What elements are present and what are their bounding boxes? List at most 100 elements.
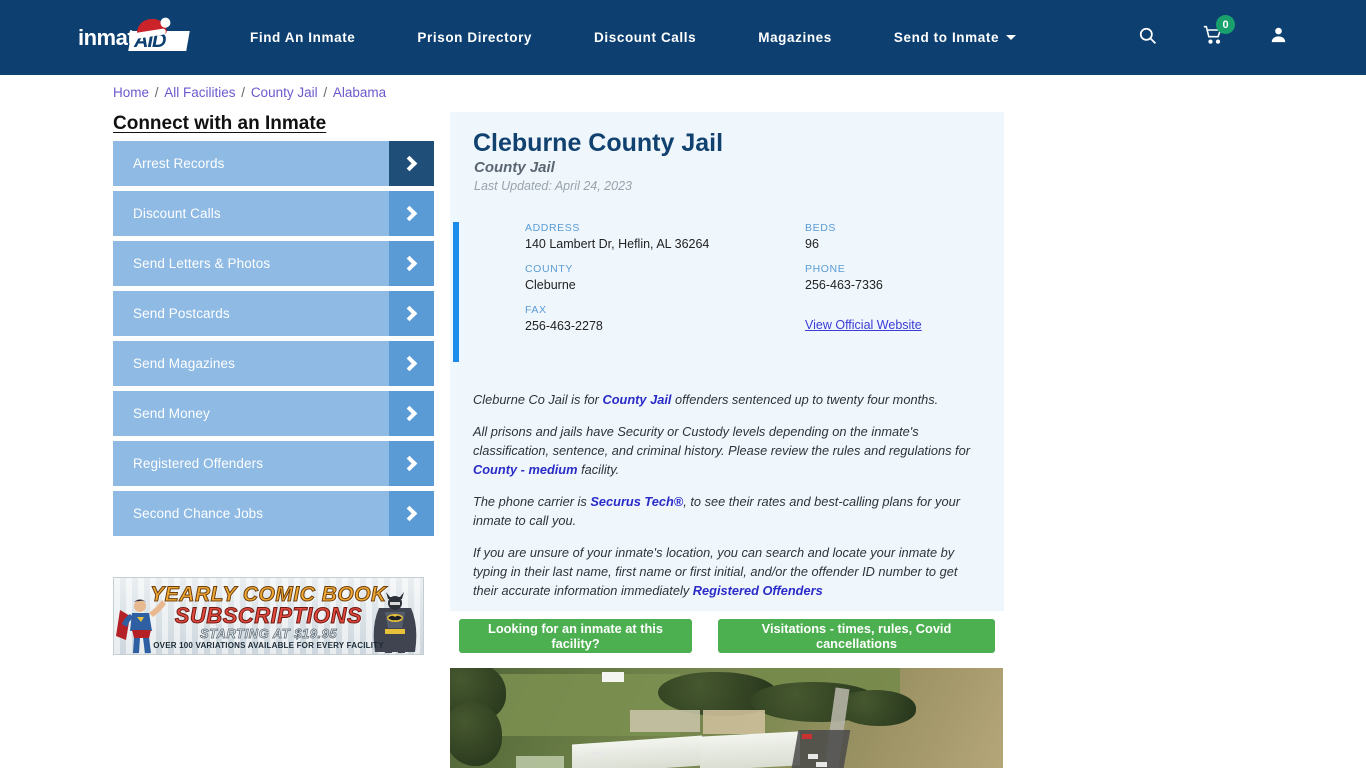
detail-address: ADDRESS 140 Lambert Dr, Heflin, AL 36264 (525, 222, 805, 263)
detail-beds: BEDS 96 (805, 222, 995, 263)
chevron-right-icon (389, 141, 434, 186)
parked-car (593, 752, 602, 757)
concrete-pad (516, 756, 564, 768)
facility-type-subtitle: County Jail (474, 159, 555, 176)
breadcrumb-item-alabama[interactable]: Alabama (333, 85, 386, 100)
breadcrumb-item-all-facilities[interactable]: All Facilities (164, 85, 235, 100)
sidebar-item-label: Registered Offenders (133, 456, 264, 471)
ad-subtext-line: OVER 100 VARIATIONS AVAILABLE FOR EVERY … (153, 641, 384, 650)
sidebar-item-label: Send Money (133, 406, 210, 421)
chevron-right-icon (389, 391, 434, 436)
sidebar-heading: Connect with an Inmate (113, 113, 327, 134)
description-paragraph-4: If you are unsure of your inmate's locat… (473, 543, 985, 600)
detail-fax: FAX 256-463-2278 (525, 304, 805, 345)
sidebar-item-registered-offenders[interactable]: Registered Offenders (113, 441, 434, 486)
detail-value: 96 (805, 237, 819, 251)
link-registered-offenders[interactable]: Registered Offenders (693, 583, 823, 598)
facility-details-block: ADDRESS 140 Lambert Dr, Heflin, AL 36264… (453, 222, 1001, 362)
facility-satellite-image[interactable] (450, 668, 1003, 768)
detail-website: View Official Website (805, 304, 995, 345)
ad-price-line: STARTING AT $19.95 (199, 626, 338, 642)
nav-item-send-to-inmate[interactable]: Send to Inmate (893, 30, 1017, 45)
detail-label: ADDRESS (525, 222, 580, 234)
site-logo[interactable]: inmate AID (78, 16, 190, 57)
sidebar-item-label: Discount Calls (133, 206, 221, 221)
detail-phone: PHONE 256-463-7336 (805, 263, 995, 304)
comic-book-subscription-ad[interactable]: YEARLY COMIC BOOK SUBSCRIPTIONS STARTING… (113, 577, 424, 655)
sidebar-item-send-postcards[interactable]: Send Postcards (113, 291, 434, 336)
sidebar-item-label: Send Postcards (133, 306, 230, 321)
user-account-icon[interactable] (1269, 25, 1288, 50)
sidebar-item-label: Send Magazines (133, 356, 235, 371)
link-county-jail[interactable]: County Jail (602, 392, 671, 407)
cart-count-badge: 0 (1216, 15, 1235, 34)
detail-label: FAX (525, 304, 547, 316)
breadcrumb-item-home[interactable]: Home (113, 85, 149, 100)
nav-item-prison-directory[interactable]: Prison Directory (417, 30, 532, 45)
nav-icon-group: 0 (1138, 0, 1366, 75)
small-building (602, 672, 624, 682)
primary-nav: Find An Inmate Prison Directory Discount… (250, 0, 1017, 75)
tree-cluster (450, 702, 502, 766)
nav-item-label: Discount Calls (594, 30, 697, 45)
nav-item-discount-calls[interactable]: Discount Calls (594, 30, 696, 45)
detail-value: 140 Lambert Dr, Heflin, AL 36264 (525, 237, 710, 251)
breadcrumb: Home / All Facilities / County Jail / Al… (113, 85, 386, 100)
paragraph-text: offenders sentenced up to twenty four mo… (671, 392, 939, 407)
nav-item-label: Find An Inmate (250, 30, 356, 45)
chevron-down-icon (1006, 35, 1017, 40)
parked-car (808, 754, 818, 759)
chevron-right-icon (389, 491, 434, 536)
view-official-website-link[interactable]: View Official Website (805, 318, 922, 332)
detail-label: BEDS (805, 222, 836, 234)
sidebar-item-label: Send Letters & Photos (133, 256, 271, 271)
breadcrumb-item-county-jail[interactable]: County Jail (251, 85, 318, 100)
search-icon[interactable] (1138, 26, 1157, 50)
chevron-right-icon (389, 191, 434, 236)
sidebar-item-send-magazines[interactable]: Send Magazines (113, 341, 434, 386)
sidebar-item-send-letters-photos[interactable]: Send Letters & Photos (113, 241, 434, 286)
last-updated-text: Last Updated: April 24, 2023 (474, 179, 632, 193)
detail-value: 256-463-2278 (525, 319, 603, 333)
detail-value: Cleburne (525, 278, 576, 292)
concrete-pad (703, 710, 765, 734)
link-securus-tech[interactable]: Securus Tech® (590, 494, 683, 509)
link-county-medium[interactable]: County - medium (473, 462, 578, 477)
breadcrumb-separator: / (151, 85, 163, 100)
nav-item-label: Send to Inmate (893, 30, 1000, 45)
sidebar-item-label: Arrest Records (133, 156, 225, 171)
chevron-right-icon (389, 291, 434, 336)
find-inmate-button[interactable]: Looking for an inmate at this facility? (459, 619, 692, 653)
paragraph-text: The phone carrier is (473, 494, 591, 509)
parked-car (816, 762, 827, 767)
detail-county: COUNTY Cleburne (525, 263, 805, 304)
facility-description: Cleburne Co Jail is for County Jail offe… (473, 390, 985, 613)
breadcrumb-separator: / (237, 85, 249, 100)
sidebar-item-discount-calls[interactable]: Discount Calls (113, 191, 434, 236)
nav-item-find-an-inmate[interactable]: Find An Inmate (250, 30, 355, 45)
nav-item-label: Magazines (758, 30, 832, 45)
top-navigation-bar: inmate AID Find An Inmate Prison Directo… (0, 0, 1366, 75)
sidebar-item-label: Second Chance Jobs (133, 506, 264, 521)
detail-value: 256-463-7336 (805, 278, 883, 292)
paragraph-text: All prisons and jails have Security or C… (473, 424, 970, 458)
detail-label (805, 304, 995, 316)
detail-label: COUNTY (525, 263, 573, 275)
page-title: Cleburne County Jail (473, 129, 724, 157)
nav-item-magazines[interactable]: Magazines (758, 30, 832, 45)
sidebar-item-send-money[interactable]: Send Money (113, 391, 434, 436)
shopping-cart-icon[interactable]: 0 (1202, 15, 1235, 50)
accent-bar (453, 222, 459, 362)
parked-car (802, 734, 812, 739)
facility-details-grid: ADDRESS 140 Lambert Dr, Heflin, AL 36264… (525, 222, 995, 345)
visitations-button[interactable]: Visitations - times, rules, Covid cancel… (718, 619, 995, 653)
sidebar-item-arrest-records[interactable]: Arrest Records (113, 141, 434, 186)
paragraph-text: facility. (577, 462, 620, 477)
sidebar-menu: Arrest Records Discount Calls Send Lette… (113, 141, 434, 541)
facility-building (700, 731, 800, 768)
detail-label: PHONE (805, 263, 846, 275)
concrete-pad (630, 710, 700, 732)
sidebar-item-second-chance-jobs[interactable]: Second Chance Jobs (113, 491, 434, 536)
description-paragraph-1: Cleburne Co Jail is for County Jail offe… (473, 390, 985, 409)
chevron-right-icon (389, 441, 434, 486)
